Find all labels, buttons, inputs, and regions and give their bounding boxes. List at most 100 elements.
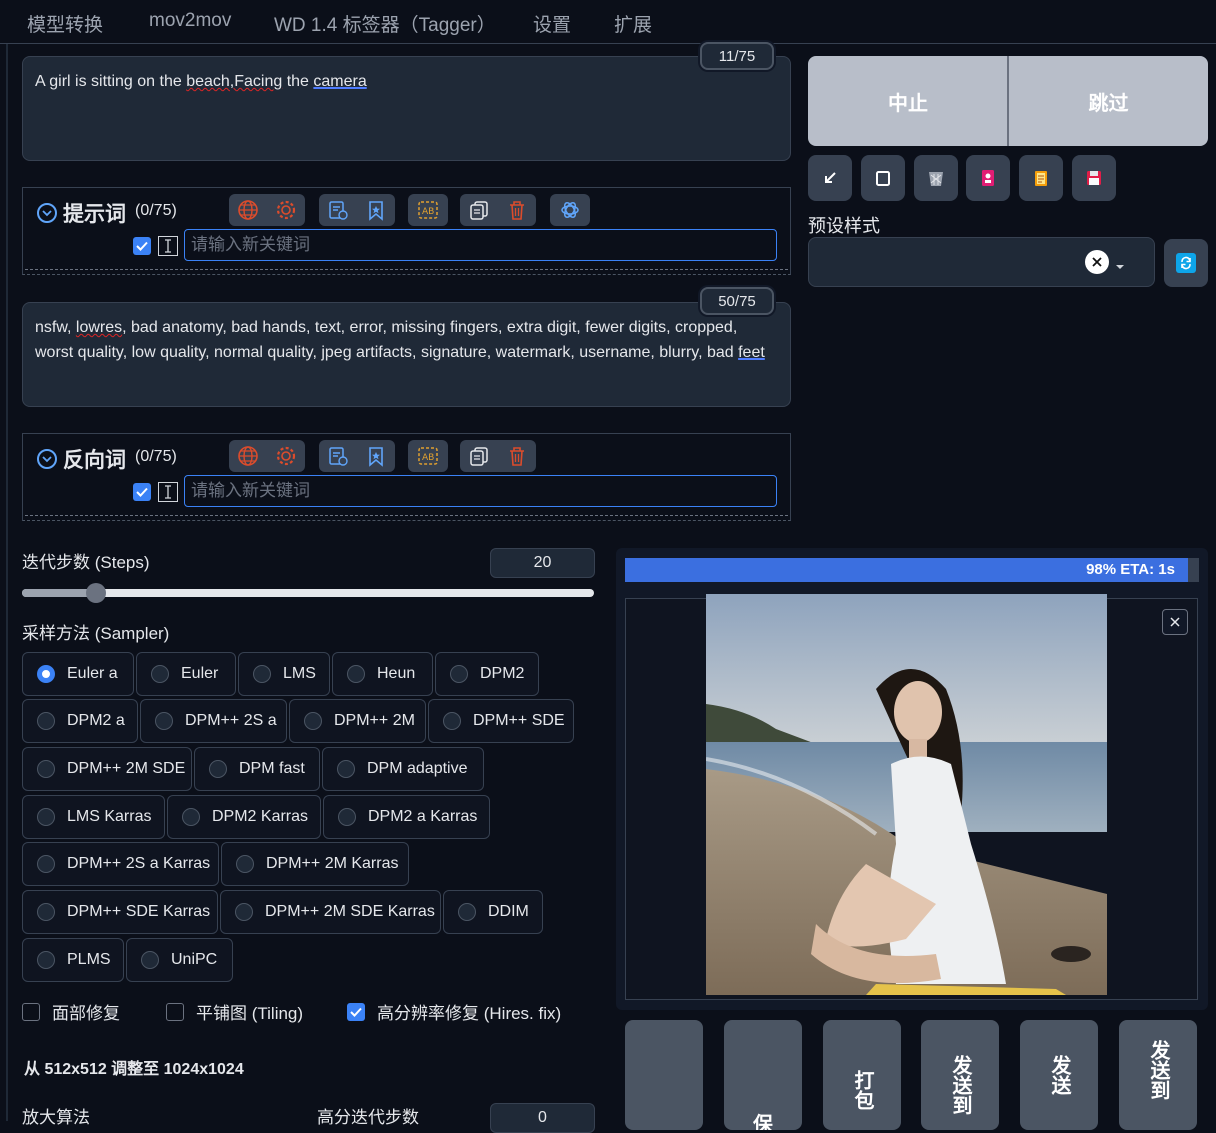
radio-button[interactable]: [209, 760, 227, 778]
open-folder-button[interactable]: [625, 1020, 703, 1130]
text-cursor-icon[interactable]: [158, 482, 178, 502]
sampler-option[interactable]: DPM2 Karras: [167, 795, 321, 839]
ai-text-icon[interactable]: AB: [417, 199, 439, 221]
prompt-keyword-input[interactable]: 请输入新关键词: [184, 229, 777, 261]
negative-prompt-textarea[interactable]: nsfw, lowres, bad anatomy, bad hands, te…: [22, 302, 791, 407]
radio-button[interactable]: [141, 951, 159, 969]
steps-slider-thumb[interactable]: [86, 583, 107, 603]
radio-button[interactable]: [236, 855, 254, 873]
face-restore-toggle[interactable]: 面部修复: [22, 999, 120, 1024]
sampler-option[interactable]: DPM++ SDE Karras: [22, 890, 218, 934]
radio-button[interactable]: [155, 712, 173, 730]
steps-slider[interactable]: [22, 583, 594, 603]
sampler-option[interactable]: DPM++ 2M Karras: [221, 842, 409, 886]
save-button[interactable]: 保: [724, 1020, 802, 1130]
tab-settings[interactable]: 设置: [533, 10, 571, 37]
sampler-option[interactable]: DPM adaptive: [322, 747, 484, 791]
radio-button[interactable]: [458, 903, 476, 921]
sampler-option[interactable]: DPM++ 2M SDE: [22, 747, 192, 791]
paste-button[interactable]: [861, 155, 905, 201]
sampler-option[interactable]: DPM2 a: [22, 699, 138, 743]
sampler-option[interactable]: LMS Karras: [22, 795, 165, 839]
negative-keyword-input[interactable]: 请输入新关键词: [184, 475, 777, 507]
gear-icon[interactable]: [275, 199, 297, 221]
bookmark-icon[interactable]: [365, 199, 387, 221]
radio-button[interactable]: [450, 665, 468, 683]
sampler-option[interactable]: DPM fast: [194, 747, 320, 791]
gear-icon[interactable]: [275, 445, 297, 467]
radio-button[interactable]: [182, 808, 200, 826]
sampler-option[interactable]: DPM++ 2S a Karras: [22, 842, 219, 886]
sampler-option[interactable]: DPM++ 2M: [289, 699, 426, 743]
copy-icon[interactable]: [468, 445, 490, 467]
radio-button[interactable]: [37, 712, 55, 730]
prompt-enable-checkbox[interactable]: [133, 237, 151, 255]
sampler-option[interactable]: DDIM: [443, 890, 543, 934]
radio-button[interactable]: [151, 665, 169, 683]
tiling-checkbox[interactable]: [166, 1002, 184, 1021]
prompt-textarea[interactable]: A girl is sitting on the beach,Facing th…: [22, 56, 791, 161]
radio-button[interactable]: [37, 665, 55, 683]
hires-fix-checkbox[interactable]: [347, 1002, 365, 1021]
close-icon[interactable]: [1162, 609, 1188, 635]
zip-button[interactable]: 打包: [823, 1020, 901, 1130]
generated-image[interactable]: [706, 594, 1107, 995]
tab-tagger[interactable]: WD 1.4 标签器（Tagger）: [274, 10, 496, 37]
sampler-option[interactable]: DPM++ 2S a: [140, 699, 287, 743]
sampler-option[interactable]: PLMS: [22, 938, 124, 982]
clear-button[interactable]: [914, 155, 958, 201]
refresh-styles-button[interactable]: [1164, 239, 1208, 287]
text-cursor-icon[interactable]: [158, 236, 178, 256]
send-to-extras-button[interactable]: 发送到: [1119, 1020, 1197, 1130]
extra-networks-button[interactable]: [966, 155, 1010, 201]
radio-button[interactable]: [338, 808, 356, 826]
trash-icon[interactable]: [506, 445, 528, 467]
negative-enable-checkbox[interactable]: [133, 483, 151, 501]
radio-button[interactable]: [347, 665, 365, 683]
styles-dropdown[interactable]: [808, 237, 1155, 287]
bookmark-icon[interactable]: [365, 445, 387, 467]
radio-button[interactable]: [37, 760, 55, 778]
sampler-option[interactable]: DPM++ SDE: [428, 699, 574, 743]
sampler-option[interactable]: Heun: [332, 652, 433, 696]
tiling-toggle[interactable]: 平铺图 (Tiling): [166, 999, 303, 1024]
sampler-option[interactable]: DPM2 a Karras: [323, 795, 490, 839]
sampler-option[interactable]: DPM++ 2M SDE Karras: [220, 890, 441, 934]
radio-button[interactable]: [304, 712, 322, 730]
hires-steps-input[interactable]: 0: [490, 1103, 595, 1133]
trash-icon[interactable]: [506, 199, 528, 221]
radio-button[interactable]: [253, 665, 271, 683]
send-to-img2img-button[interactable]: 发送到: [921, 1020, 999, 1130]
sampler-option[interactable]: UniPC: [126, 938, 233, 982]
copy-icon[interactable]: [468, 199, 490, 221]
radio-button[interactable]: [443, 712, 461, 730]
apply-style-button[interactable]: [1019, 155, 1063, 201]
steps-input[interactable]: 20: [490, 548, 595, 578]
radio-button[interactable]: [37, 951, 55, 969]
tab-model-convert[interactable]: 模型转换: [27, 10, 103, 37]
radio-button[interactable]: [37, 855, 55, 873]
read-params-button[interactable]: [808, 155, 852, 201]
sampler-option[interactable]: Euler: [136, 652, 236, 696]
history-icon[interactable]: [327, 445, 349, 467]
skip-button[interactable]: 跳过: [1009, 56, 1208, 146]
tab-extensions[interactable]: 扩展: [614, 10, 652, 37]
interrupt-button[interactable]: 中止: [808, 56, 1008, 146]
chevron-down-icon[interactable]: [37, 203, 57, 223]
send-to-inpaint-button[interactable]: 发送: [1020, 1020, 1098, 1130]
sampler-option[interactable]: LMS: [238, 652, 330, 696]
translate-icon[interactable]: [237, 445, 259, 467]
radio-button[interactable]: [37, 808, 55, 826]
chevron-down-icon[interactable]: [37, 449, 57, 469]
tab-mov2mov[interactable]: mov2mov: [149, 10, 231, 32]
radio-button[interactable]: [235, 903, 253, 921]
ai-text-icon[interactable]: AB: [417, 445, 439, 467]
radio-button[interactable]: [337, 760, 355, 778]
openai-icon[interactable]: [559, 199, 581, 221]
translate-icon[interactable]: [237, 199, 259, 221]
face-restore-checkbox[interactable]: [22, 1002, 40, 1021]
chevron-down-icon[interactable]: [1115, 258, 1125, 276]
sampler-option[interactable]: DPM2: [435, 652, 539, 696]
clear-icon[interactable]: [1085, 250, 1109, 274]
history-icon[interactable]: [327, 199, 349, 221]
